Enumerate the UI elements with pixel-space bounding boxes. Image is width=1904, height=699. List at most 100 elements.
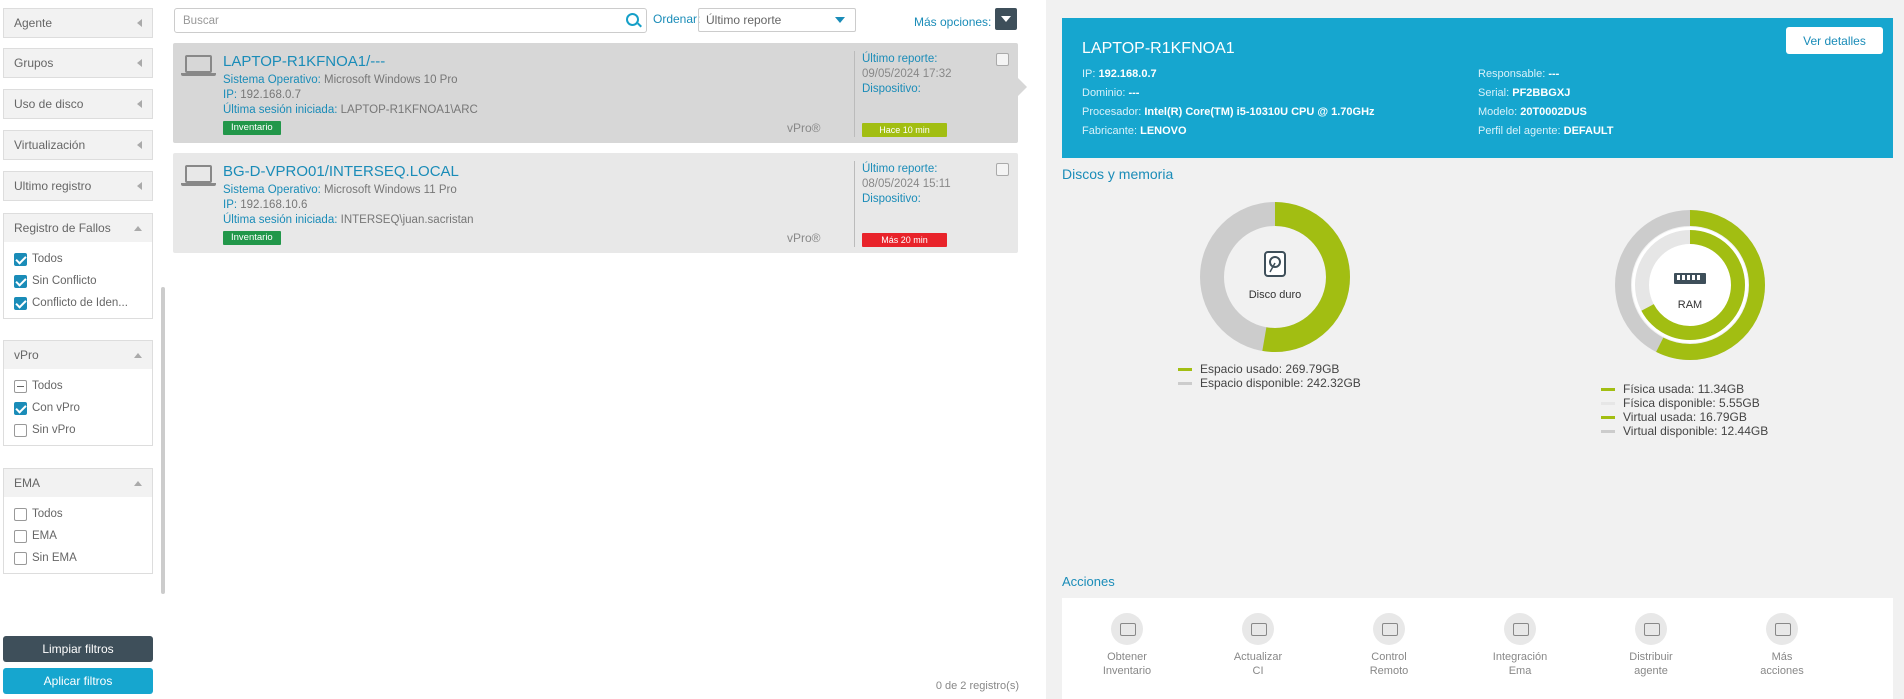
device-title: LAPTOP-R1KFNOA1	[1082, 40, 1235, 57]
option-label: Con vPro	[32, 402, 80, 414]
detail-ip: IP: 192.168.0.7	[1082, 68, 1157, 80]
option-label: Sin vPro	[32, 424, 76, 436]
select-checkbox[interactable]	[996, 163, 1009, 176]
filter-header[interactable]: vPro	[4, 341, 152, 369]
clear-filters-button[interactable]: Limpiar filtros	[3, 636, 153, 662]
action-label: Actualizar CI	[1233, 651, 1283, 677]
device-name[interactable]: LAPTOP-R1KFNOA1/---	[223, 53, 385, 70]
option-label: Sin EMA	[32, 552, 77, 564]
expand-arrow-icon[interactable]	[137, 100, 142, 108]
action-label: Obtener Inventario	[1102, 651, 1152, 677]
apply-filters-button[interactable]: Aplicar filtros	[3, 668, 153, 694]
filter-virtualizacion[interactable]: Virtualización	[3, 130, 153, 160]
filter-vpro: vPro Todos Con vPro Sin vPro	[3, 340, 153, 446]
order-select[interactable]: Último reporte	[698, 8, 856, 32]
device-card[interactable]: LAPTOP-R1KFNOA1/--- Sistema Operativo: M…	[173, 43, 1018, 143]
filter-ultimo-registro[interactable]: Ultimo registro	[3, 171, 153, 201]
more-options-button[interactable]	[995, 8, 1017, 30]
filter-registro-fallos: Registro de Fallos Todos Sin Conflicto C…	[3, 213, 153, 319]
checkbox-checked[interactable]	[14, 296, 27, 310]
expand-arrow-icon[interactable]	[137, 59, 142, 67]
collapse-arrow-icon[interactable]	[134, 225, 142, 231]
option-todos[interactable]: Todos	[14, 375, 142, 397]
checkbox-checked[interactable]	[14, 252, 27, 266]
detail-panel: LAPTOP-R1KFNOA1 Ver detalles IP: 192.168…	[1046, 0, 1904, 699]
search-input[interactable]: Buscar	[174, 8, 647, 33]
filter-title: vPro	[14, 348, 39, 362]
legend-virtual-free: Virtual disponible: 12.44GB	[1601, 424, 1768, 438]
filter-scrollbar[interactable]	[161, 287, 165, 594]
checkbox-indeterminate[interactable]	[14, 379, 27, 393]
option-todos[interactable]: Todos	[14, 248, 142, 270]
collapse-arrow-icon[interactable]	[134, 352, 142, 358]
disks-title: Discos y memoria	[1062, 166, 1174, 182]
device-name[interactable]: BG-D-VPRO01/INTERSEQ.LOCAL	[223, 163, 459, 180]
divider	[854, 51, 855, 137]
checkbox-unchecked[interactable]	[14, 423, 27, 437]
option-label: Todos	[32, 380, 63, 392]
action-label: Distribuir agente	[1629, 651, 1673, 677]
select-checkbox[interactable]	[996, 53, 1009, 66]
legend-physical-used: Física usada: 11.34GB	[1601, 382, 1768, 396]
checkbox-unchecked[interactable]	[14, 507, 27, 521]
report-label: Último reporte:	[862, 163, 938, 175]
checkbox-unchecked[interactable]	[14, 551, 27, 565]
device-card[interactable]: BG-D-VPRO01/INTERSEQ.LOCAL Sistema Opera…	[173, 153, 1018, 253]
collapse-arrow-icon[interactable]	[134, 480, 142, 486]
detail-agent-profile: Perfil del agente: DEFAULT	[1478, 125, 1614, 137]
filter-title: Grupos	[14, 56, 54, 70]
expand-arrow-icon[interactable]	[137, 182, 142, 190]
legend-virtual-used: Virtual usada: 16.79GB	[1601, 410, 1768, 424]
action-get-inventory[interactable]: Obtener Inventario	[1077, 613, 1177, 678]
action-label: Más acciones	[1760, 651, 1804, 677]
order-value: Último reporte	[706, 13, 782, 27]
action-label: Control Remoto	[1369, 651, 1409, 677]
detail-model: Modelo: 20T0002DUS	[1478, 106, 1587, 118]
option-ema[interactable]: EMA	[14, 525, 142, 547]
action-update-ci[interactable]: Actualizar CI	[1208, 613, 1308, 678]
option-sin-vpro[interactable]: Sin vPro	[14, 419, 142, 441]
option-todos[interactable]: Todos	[14, 503, 142, 525]
option-con-vpro[interactable]: Con vPro	[14, 397, 142, 419]
filter-header[interactable]: Registro de Fallos	[4, 214, 152, 242]
expand-arrow-icon[interactable]	[137, 141, 142, 149]
device-list-panel: Buscar Ordenar: Último reporte Más opcio…	[166, 0, 1046, 699]
selected-pointer	[1018, 78, 1027, 96]
expand-arrow-icon[interactable]	[137, 19, 142, 27]
checkbox-unchecked[interactable]	[14, 529, 27, 543]
filter-grupos[interactable]: Grupos	[3, 48, 153, 78]
filter-agente[interactable]: Agente	[3, 8, 153, 38]
detail-domain: Dominio: ---	[1082, 87, 1140, 99]
update-ci-icon	[1242, 613, 1274, 645]
action-remote-control[interactable]: Control Remoto	[1339, 613, 1439, 678]
action-ema-integration[interactable]: Integración Ema	[1470, 613, 1570, 678]
search-icon[interactable]	[626, 13, 639, 26]
search-placeholder: Buscar	[183, 14, 219, 27]
action-more-actions[interactable]: Más acciones	[1732, 613, 1832, 678]
option-conflicto-identidad[interactable]: Conflicto de Iden...	[14, 292, 142, 314]
report-label: Último reporte:	[862, 53, 938, 65]
ram-legend: Física usada: 11.34GB Física disponible:…	[1601, 382, 1768, 438]
filter-title: Uso de disco	[14, 97, 84, 111]
inventory-tag: Inventario	[223, 121, 281, 135]
checkbox-checked[interactable]	[14, 401, 27, 415]
filter-header[interactable]: EMA	[4, 469, 152, 497]
device-os: Sistema Operativo: Microsoft Windows 10 …	[223, 74, 458, 86]
vpro-label: vPro®	[787, 121, 821, 135]
checkbox-checked[interactable]	[14, 274, 27, 288]
legend-used: Espacio usado: 269.79GB	[1178, 362, 1361, 376]
more-options-label: Más opciones:	[914, 15, 992, 29]
device-label: Dispositivo:	[862, 193, 921, 205]
filter-uso-disco[interactable]: Uso de disco	[3, 89, 153, 119]
action-distribute-agent[interactable]: Distribuir agente	[1601, 613, 1701, 678]
option-label: Sin Conflicto	[32, 275, 97, 287]
detail-manufacturer: Fabricante: LENOVO	[1082, 125, 1187, 137]
option-sin-ema[interactable]: Sin EMA	[14, 547, 142, 569]
filter-title: Ultimo registro	[14, 179, 92, 193]
view-details-button[interactable]: Ver detalles	[1786, 27, 1883, 54]
legend-physical-free: Física disponible: 5.55GB	[1601, 396, 1768, 410]
filter-panel: Agente Grupos Uso de disco Virtualizació…	[0, 0, 166, 699]
option-sin-conflicto[interactable]: Sin Conflicto	[14, 270, 142, 292]
ram-chart: RAM	[1615, 210, 1765, 360]
disk-legend: Espacio usado: 269.79GB Espacio disponib…	[1178, 362, 1361, 390]
